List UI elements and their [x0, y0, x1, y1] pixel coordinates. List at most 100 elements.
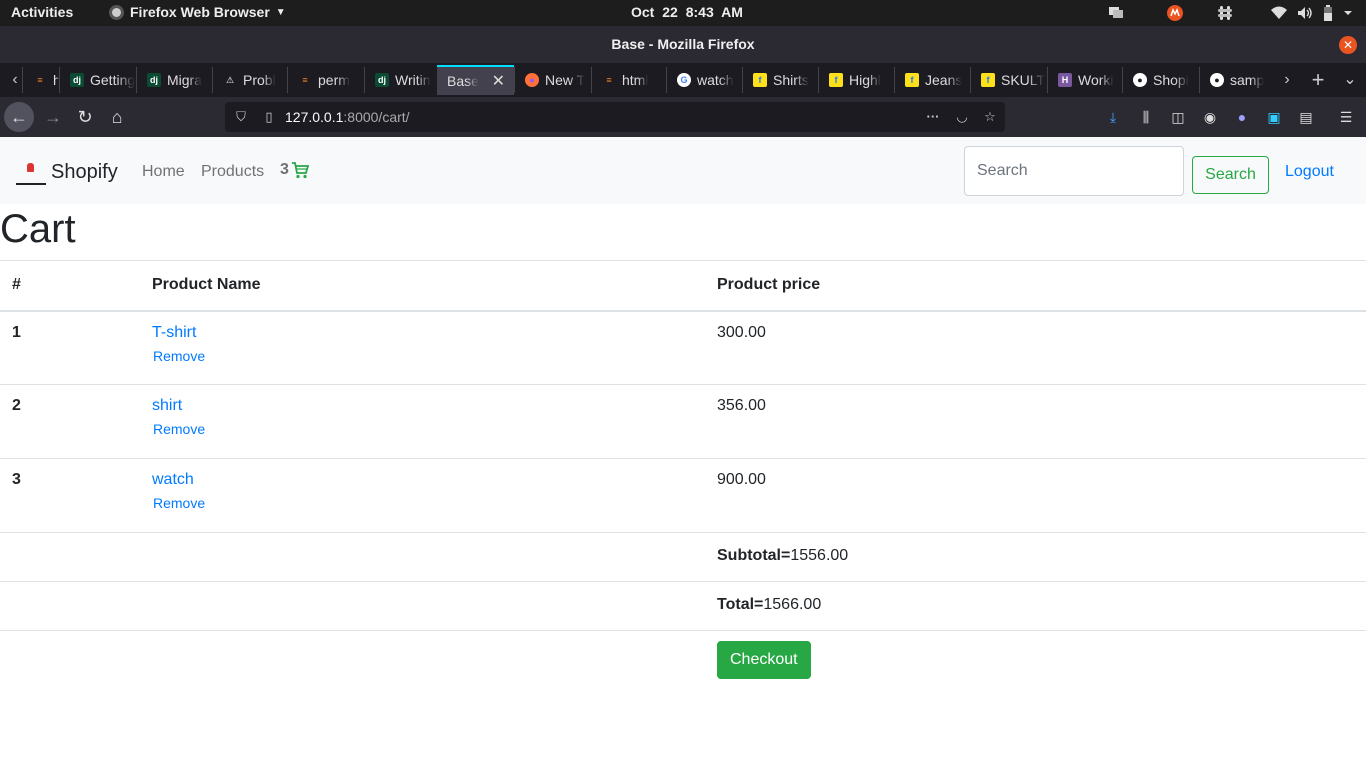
tab[interactable]: dj Migra [136, 67, 212, 93]
system-top-bar: Activities Firefox Web Browser ▼ Oct 22 … [0, 0, 1366, 26]
tab[interactable]: f Highl [818, 67, 894, 93]
row-number: 2 [0, 384, 140, 459]
screenshot-extension-icon[interactable]: ▣ [1266, 109, 1282, 125]
search-button[interactable]: Search [1192, 156, 1269, 194]
home-icon[interactable]: ⌂ [102, 102, 132, 132]
scroll-tabs-right-icon[interactable]: › [1274, 67, 1300, 93]
brand-logo-icon [16, 159, 46, 185]
new-tab-icon[interactable]: + [1305, 67, 1331, 93]
power-menu-caret-icon [1344, 11, 1352, 15]
product-link[interactable]: T-shirt [152, 324, 693, 342]
heroku-icon: H [1058, 73, 1072, 87]
tab[interactable]: Base ✕ [437, 65, 514, 95]
django-icon: dj [375, 73, 389, 87]
url-text[interactable]: 127.0.0.1:8000/cart/ [285, 109, 410, 125]
tab[interactable]: ≡ perm [287, 67, 364, 93]
tab[interactable]: ≡ html [591, 67, 666, 93]
list-all-tabs-icon[interactable]: ⌄ [1337, 67, 1363, 93]
forward-icon[interactable]: → [38, 102, 68, 132]
sidebar-icon[interactable]: ◫ [1170, 109, 1186, 125]
tab-label: Highl [849, 72, 881, 88]
tab-label: SKULT [1001, 72, 1046, 88]
product-cell: T-shirt Remove [140, 310, 705, 385]
tab[interactable]: ≡hot [22, 67, 59, 93]
stackoverflow-icon: ≡ [606, 75, 612, 85]
logout-link[interactable]: Logout [1285, 163, 1334, 181]
activities-button[interactable]: Activities [11, 4, 73, 20]
extension-icon[interactable]: ● [1234, 109, 1250, 125]
tab[interactable]: f SKULT [970, 67, 1047, 93]
empty-cell [0, 581, 140, 631]
row-number: 3 [0, 458, 140, 533]
subtotal-cell: Subtotal=1556.00 [705, 532, 1366, 582]
library-icon[interactable]: ⫼ [1138, 109, 1154, 125]
total-cell: Total=1566.00 [705, 581, 1366, 631]
back-icon[interactable]: ← [4, 102, 34, 132]
close-tab-icon[interactable]: ✕ [492, 71, 505, 91]
slack-icon [1218, 6, 1232, 20]
close-window-icon[interactable]: ✕ [1339, 36, 1357, 54]
remove-button[interactable]: Remove [153, 421, 205, 437]
clock[interactable]: Oct 22 8:43 AM [631, 4, 743, 20]
page-info-icon[interactable]: ▯ [261, 109, 277, 125]
product-cell: watch Remove [140, 458, 705, 533]
search-input[interactable] [964, 146, 1184, 196]
tab[interactable]: f Jeans [894, 67, 970, 93]
firefox-icon: ● [525, 73, 539, 87]
container-extension-icon[interactable]: ▤ [1298, 109, 1314, 125]
caret-down-icon: ▼ [275, 6, 286, 18]
subtotal-label: Subtotal= [717, 547, 791, 564]
tab[interactable]: H Worki [1047, 67, 1122, 93]
github-icon: ● [1210, 73, 1224, 87]
tab-label: Migra [167, 72, 203, 88]
remove-button[interactable]: Remove [153, 348, 205, 364]
nav-home-link[interactable]: Home [142, 163, 185, 181]
warning-icon: ⚠ [225, 74, 235, 85]
product-link[interactable]: shirt [152, 397, 693, 415]
system-tray[interactable] [1102, 0, 1366, 26]
page-content: Shopify Home Products 3 Search Logout Ca… [0, 137, 1366, 768]
checkout-cell: Checkout [705, 630, 1366, 691]
tab[interactable]: ● samp [1199, 67, 1265, 93]
bookmark-star-icon[interactable]: ☆ [982, 109, 998, 125]
total-value: 1566.00 [763, 596, 822, 613]
downloads-icon[interactable]: ⤓ [1105, 109, 1121, 125]
page-actions-icon[interactable]: ··· [925, 109, 941, 125]
tab[interactable]: dj Writin [364, 67, 437, 93]
tab-label: Probl [243, 72, 276, 88]
nav-products-link[interactable]: Products [201, 163, 264, 181]
stackoverflow-icon: ≡ [37, 75, 43, 85]
tab-label: New T [545, 72, 586, 88]
tracking-protection-icon[interactable]: ⛉ [233, 109, 249, 125]
google-icon: G [677, 73, 691, 87]
remove-button[interactable]: Remove [153, 495, 205, 511]
tab[interactable]: f Shirts [742, 67, 818, 93]
brand-link[interactable]: Shopify [16, 159, 118, 185]
product-link[interactable]: watch [152, 471, 693, 489]
empty-cell [0, 532, 140, 582]
cart-icon [291, 162, 309, 179]
row-number: 1 [0, 310, 140, 385]
product-cell: shirt Remove [140, 384, 705, 459]
window-title: Base - Mozilla Firefox [611, 36, 755, 52]
tab[interactable]: ● New T [514, 67, 591, 93]
total-label: Total= [717, 596, 764, 613]
tab-label: Worki [1078, 72, 1114, 88]
tab[interactable]: ● Shopi [1122, 67, 1199, 93]
page-title: Cart [0, 207, 76, 251]
checkout-row: Checkout [0, 630, 1366, 691]
tab[interactable]: Gwatch [666, 67, 742, 93]
cart-link[interactable]: 3 [280, 161, 309, 179]
tab[interactable]: ⚠ Probl [212, 67, 287, 93]
checkout-button[interactable]: Checkout [717, 641, 811, 679]
app-menu[interactable]: Firefox Web Browser ▼ [109, 4, 286, 20]
url-bar[interactable]: ⛉ ▯ 127.0.0.1:8000/cart/ ··· ◡ ☆ [225, 102, 1005, 132]
tab[interactable]: dj Getting [59, 67, 136, 93]
firefox-icon [109, 4, 124, 20]
pocket-icon[interactable]: ◡ [954, 109, 970, 125]
menu-icon[interactable]: ☰ [1338, 109, 1354, 125]
account-icon[interactable]: ◉ [1202, 109, 1218, 125]
reload-icon[interactable]: ↻ [70, 102, 100, 132]
tab-label: Shirts [773, 72, 809, 88]
github-icon: ● [1133, 73, 1147, 87]
